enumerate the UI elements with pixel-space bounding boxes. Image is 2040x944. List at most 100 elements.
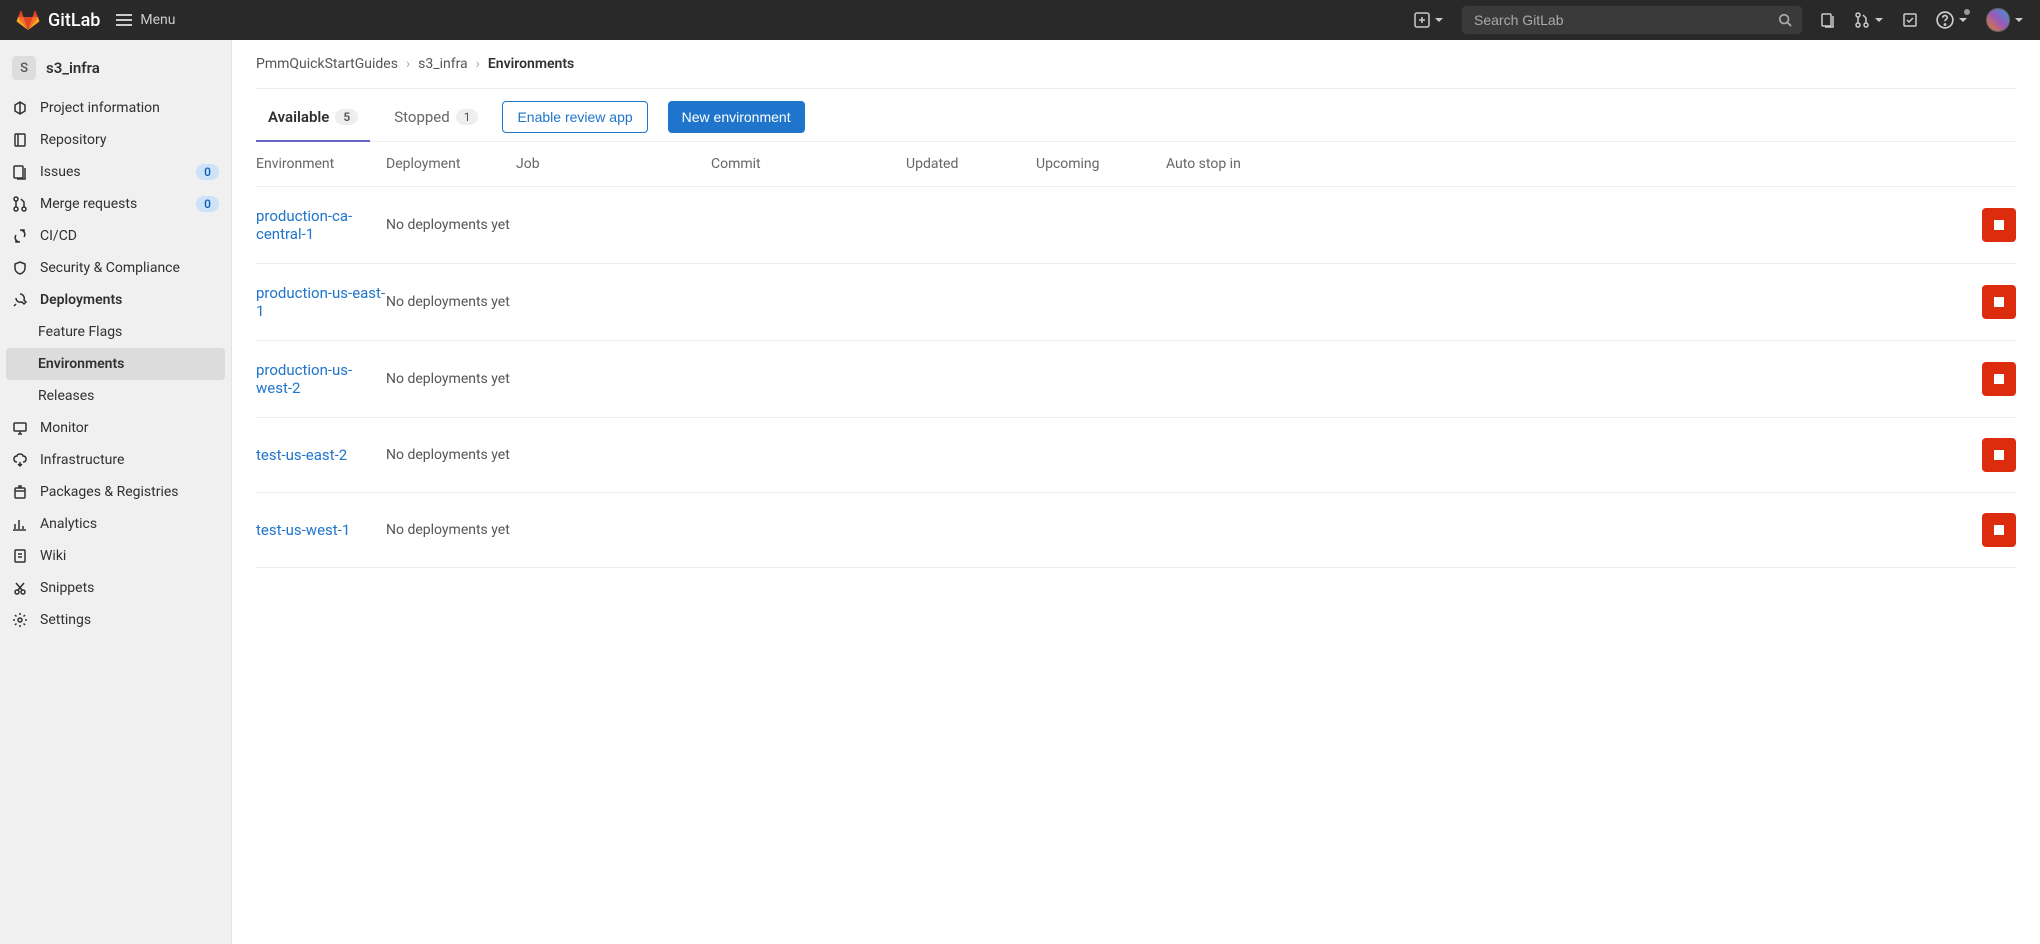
breadcrumb-item[interactable]: s3_infra: [418, 56, 468, 72]
sidebar-item-ci-cd[interactable]: CI/CD: [0, 220, 231, 252]
header-commit: Commit: [711, 156, 906, 172]
chevron-down-icon: [1874, 15, 1884, 25]
sidebar-item-settings[interactable]: Settings: [0, 604, 231, 636]
issues-icon: [12, 164, 28, 180]
issues-shortcut[interactable]: [1820, 12, 1836, 28]
todos-shortcut[interactable]: [1902, 12, 1918, 28]
search-icon: [1778, 13, 1792, 27]
stop-environment-button[interactable]: [1982, 362, 2016, 396]
sidebar-item-label: Packages & Registries: [40, 484, 179, 500]
sidebar-item-snippets[interactable]: Snippets: [0, 572, 231, 604]
snippets-icon: [12, 580, 28, 596]
stop-environment-button[interactable]: [1982, 285, 2016, 319]
sidebar-item-label: Repository: [40, 132, 106, 148]
environment-row: production-us-west-2 No deployments yet: [256, 341, 2016, 418]
gitlab-logo[interactable]: GitLab: [16, 8, 100, 32]
tab-stopped[interactable]: Stopped 1: [382, 94, 490, 140]
project-header[interactable]: S s3_infra: [0, 48, 231, 92]
environment-row: production-us-east-1No deployments yet: [256, 264, 2016, 341]
sidebar-item-repository[interactable]: Repository: [0, 124, 231, 156]
environment-link[interactable]: production-us-east-1: [256, 284, 385, 320]
new-environment-button[interactable]: New environment: [668, 101, 805, 133]
chevron-down-icon: [1958, 15, 1968, 25]
stop-icon: [1994, 525, 2004, 535]
chevron-down-icon: [2014, 15, 2024, 25]
tanuki-icon: [16, 8, 40, 32]
sidebar-sub-feature-flags[interactable]: Feature Flags: [0, 316, 231, 348]
sidebar-item-label: CI/CD: [40, 228, 77, 244]
hamburger-icon: [116, 12, 132, 28]
help-icon: [1936, 11, 1954, 29]
monitor-icon: [12, 420, 28, 436]
breadcrumb-separator: ›: [406, 56, 410, 72]
tab-badge: 1: [456, 109, 479, 125]
deployment-status: No deployments yet: [386, 522, 1982, 538]
badge-count: 0: [196, 164, 219, 180]
mr-icon: [12, 196, 28, 212]
header-updated: Updated: [906, 156, 1036, 172]
sidebar-item-label: Analytics: [40, 516, 97, 532]
menu-toggle[interactable]: Menu: [116, 12, 175, 28]
shield-icon: [12, 260, 28, 276]
tab-badge: 5: [335, 109, 358, 125]
environment-link[interactable]: test-us-west-1: [256, 521, 350, 539]
environment-link[interactable]: production-ca-central-1: [256, 207, 352, 243]
sidebar-item-security-compliance[interactable]: Security & Compliance: [0, 252, 231, 284]
sidebar: S s3_infra Project information Repository…: [0, 40, 232, 944]
sidebar-item-label: Issues: [40, 164, 81, 180]
breadcrumb-item[interactable]: PmmQuickStartGuides: [256, 56, 398, 72]
merge-requests-shortcut[interactable]: [1854, 12, 1884, 28]
deployment-status: No deployments yet: [386, 217, 1982, 233]
stop-environment-button[interactable]: [1982, 513, 2016, 547]
avatar: [1986, 8, 2010, 32]
sidebar-item-infrastructure[interactable]: Infrastructure: [0, 444, 231, 476]
environment-link[interactable]: test-us-east-2: [256, 446, 347, 464]
issues-icon: [1820, 12, 1836, 28]
badge-count: 0: [196, 196, 219, 212]
sidebar-item-label: Infrastructure: [40, 452, 124, 468]
sidebar-sub-environments[interactable]: Environments: [6, 348, 225, 380]
stop-icon: [1994, 297, 2004, 307]
deployment-status: No deployments yet: [386, 294, 1982, 310]
infra-icon: [12, 452, 28, 468]
sidebar-item-wiki[interactable]: Wiki: [0, 540, 231, 572]
environment-link[interactable]: production-us-west-2: [256, 361, 352, 397]
search-input[interactable]: [1462, 6, 1802, 34]
breadcrumb-separator: ›: [476, 56, 480, 72]
analytics-icon: [12, 516, 28, 532]
new-dropdown[interactable]: [1414, 12, 1444, 28]
notification-dot: [1964, 9, 1970, 15]
sidebar-item-label: Project information: [40, 100, 160, 116]
sidebar-item-label: Merge requests: [40, 196, 137, 212]
sidebar-item-merge-requests[interactable]: Merge requests 0: [0, 188, 231, 220]
enable-review-app-button[interactable]: Enable review app: [502, 101, 647, 133]
menu-label: Menu: [140, 12, 175, 28]
sidebar-item-packages-registries[interactable]: Packages & Registries: [0, 476, 231, 508]
cicd-icon: [12, 228, 28, 244]
sidebar-sub-releases[interactable]: Releases: [0, 380, 231, 412]
merge-icon: [1854, 12, 1870, 28]
sidebar-item-project-information[interactable]: Project information: [0, 92, 231, 124]
environment-row: production-ca-central-1 No deployments ye…: [256, 187, 2016, 264]
sidebar-item-monitor[interactable]: Monitor: [0, 412, 231, 444]
project-name: s3_infra: [46, 59, 100, 77]
sidebar-item-label: Snippets: [40, 580, 94, 596]
sidebar-item-issues[interactable]: Issues 0: [0, 156, 231, 188]
chevron-down-icon: [1434, 15, 1444, 25]
stop-icon: [1994, 450, 2004, 460]
sidebar-item-label: Deployments: [40, 292, 122, 308]
stop-icon: [1994, 220, 2004, 230]
packages-icon: [12, 484, 28, 500]
sidebar-item-deployments[interactable]: Deployments: [0, 284, 231, 316]
sidebar-item-label: Settings: [40, 612, 91, 628]
stop-environment-button[interactable]: [1982, 208, 2016, 242]
header-autostop: Auto stop in: [1166, 156, 2016, 172]
deployment-status: No deployments yet: [386, 371, 1982, 387]
user-menu[interactable]: [1986, 8, 2024, 32]
tab-available[interactable]: Available 5: [256, 94, 370, 142]
help-dropdown[interactable]: [1936, 11, 1968, 29]
sidebar-item-analytics[interactable]: Analytics: [0, 508, 231, 540]
plus-square-icon: [1414, 12, 1430, 28]
stop-environment-button[interactable]: [1982, 438, 2016, 472]
header-upcoming: Upcoming: [1036, 156, 1166, 172]
